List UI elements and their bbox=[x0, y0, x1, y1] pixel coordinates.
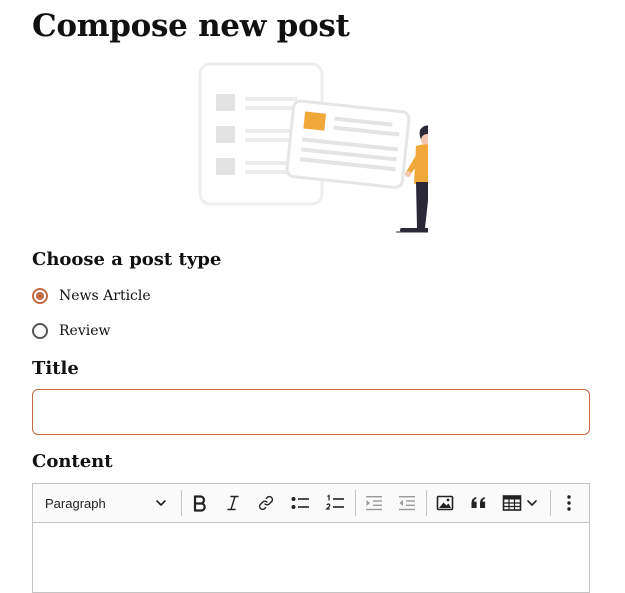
review-label: Review bbox=[59, 323, 111, 339]
more-options-button[interactable] bbox=[555, 488, 583, 518]
image-icon bbox=[436, 495, 454, 511]
bold-icon bbox=[193, 495, 206, 512]
link-button[interactable] bbox=[251, 488, 281, 518]
insert-image-button[interactable] bbox=[430, 488, 460, 518]
more-options-icon bbox=[567, 495, 571, 511]
insert-table-button[interactable] bbox=[498, 488, 542, 518]
radio-option-review[interactable]: Review bbox=[32, 320, 110, 342]
italic-button[interactable] bbox=[218, 488, 248, 518]
outdent-icon bbox=[366, 496, 382, 511]
toolbar-separator bbox=[426, 490, 427, 516]
numbered-list-icon bbox=[325, 494, 344, 510]
post-type-label: Choose a post type bbox=[32, 249, 222, 270]
editor-toolbar: Paragraph bbox=[33, 484, 589, 523]
blockquote-icon bbox=[471, 497, 486, 508]
radio-option-news-article[interactable]: News Article bbox=[32, 285, 151, 307]
block-format-dropdown[interactable]: Paragraph bbox=[39, 488, 173, 518]
news-article-radio[interactable] bbox=[32, 288, 48, 304]
news-article-label: News Article bbox=[59, 288, 151, 304]
title-label: Title bbox=[32, 358, 79, 379]
content-editor: Paragraph bbox=[32, 483, 590, 593]
table-icon bbox=[502, 495, 522, 511]
chevron-down-icon bbox=[156, 500, 166, 506]
bulleted-list-button[interactable] bbox=[284, 488, 316, 518]
toolbar-separator bbox=[355, 490, 356, 516]
title-input[interactable] bbox=[32, 389, 590, 435]
review-radio[interactable] bbox=[32, 323, 48, 339]
page-title: Compose new post bbox=[32, 8, 350, 44]
outdent-button[interactable] bbox=[359, 488, 389, 518]
content-editor-body[interactable] bbox=[33, 523, 589, 593]
content-label: Content bbox=[32, 451, 113, 472]
compose-post-illustration bbox=[198, 62, 428, 233]
bulleted-list-icon bbox=[291, 497, 309, 509]
toolbar-separator bbox=[181, 490, 182, 516]
toolbar-separator bbox=[550, 490, 551, 516]
italic-icon bbox=[227, 495, 239, 511]
blockquote-button[interactable] bbox=[464, 488, 494, 518]
numbered-list-button[interactable] bbox=[319, 488, 351, 518]
indent-icon bbox=[399, 496, 415, 511]
compose-post-page: Compose new post Choose a post type News… bbox=[32, 0, 590, 593]
indent-button[interactable] bbox=[392, 488, 422, 518]
chevron-down-icon bbox=[527, 500, 537, 506]
link-icon bbox=[258, 495, 274, 511]
bold-button[interactable] bbox=[185, 488, 215, 518]
block-format-label: Paragraph bbox=[45, 495, 106, 511]
